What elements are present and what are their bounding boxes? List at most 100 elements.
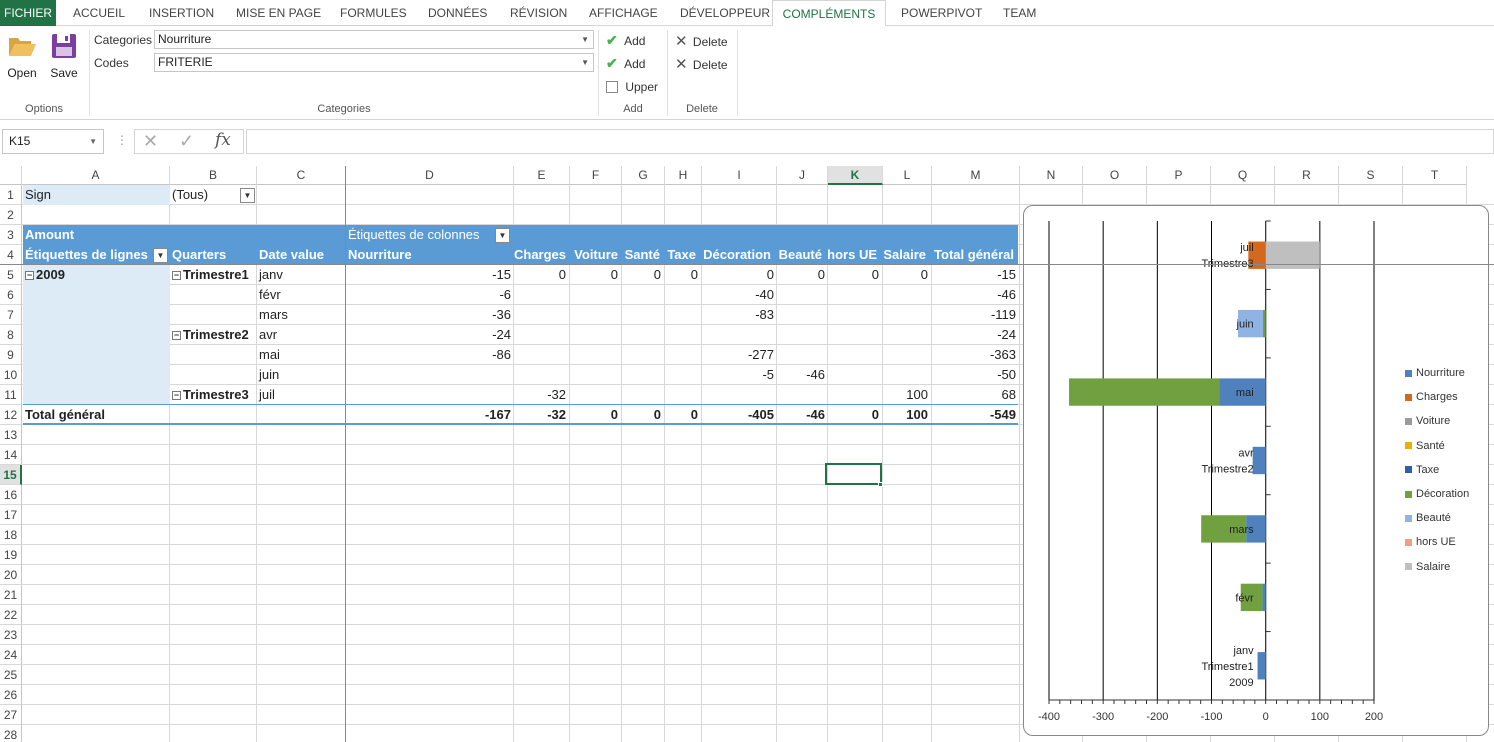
pivot-value-cell[interactable]: -277 (700, 345, 774, 365)
column-header-j[interactable]: J (777, 166, 828, 185)
row-header-6[interactable]: 6 (0, 285, 22, 305)
pivot-value-cell[interactable] (700, 385, 774, 405)
column-header-s[interactable]: S (1339, 166, 1403, 185)
row-header-2[interactable]: 2 (0, 205, 22, 225)
row-header-13[interactable]: 13 (0, 425, 22, 445)
pivot-value-cell[interactable] (775, 305, 825, 325)
column-header-e[interactable]: E (514, 166, 570, 185)
quarter-trimestre1[interactable]: − Trimestre1 (172, 265, 249, 285)
column-labels-dropdown[interactable]: ▼ (495, 228, 510, 243)
pivot-value-cell[interactable]: -24 (348, 325, 511, 345)
row-header-11[interactable]: 11 (0, 385, 22, 405)
pivot-value-cell[interactable] (620, 285, 661, 305)
pivot-value-cell[interactable] (881, 345, 928, 365)
pivot-value-cell[interactable] (348, 385, 511, 405)
pivot-value-cell[interactable] (348, 365, 511, 385)
legend-item[interactable]: Charges (1405, 390, 1458, 404)
pivot-value-cell[interactable]: -40 (700, 285, 774, 305)
select-all-corner[interactable] (0, 166, 22, 185)
pivot-total-cell[interactable]: 0 (663, 405, 698, 425)
pivot-value-cell[interactable] (826, 325, 879, 345)
tab-powerpivot[interactable]: POWERPIVOT (901, 0, 982, 26)
pivot-value-cell[interactable] (568, 325, 618, 345)
pivot-value-cell[interactable] (826, 345, 879, 365)
pivot-value-cell[interactable]: 0 (620, 265, 661, 285)
fill-handle[interactable] (878, 482, 883, 487)
delete-code-button[interactable]: ✕ Delete (675, 55, 728, 73)
legend-item[interactable]: Voiture (1405, 414, 1450, 428)
collapse-icon[interactable]: − (172, 271, 181, 281)
pivot-value-cell[interactable] (663, 345, 698, 365)
pivot-value-cell[interactable]: -24 (930, 325, 1016, 345)
column-header-b[interactable]: B (170, 166, 257, 185)
pivot-value-cell[interactable] (663, 325, 698, 345)
legend-item[interactable]: Salaire (1405, 560, 1450, 574)
quarter-trimestre3[interactable]: − Trimestre3 (172, 385, 249, 405)
pivot-value-cell[interactable]: -15 (930, 265, 1016, 285)
tab-fichier[interactable]: FICHIER (0, 0, 56, 26)
row-header-17[interactable]: 17 (0, 505, 22, 525)
pivot-value-cell[interactable]: -5 (700, 365, 774, 385)
row-header-3[interactable]: 3 (0, 225, 22, 245)
pivot-total-cell[interactable]: -549 (930, 405, 1016, 425)
pivot-value-cell[interactable] (620, 305, 661, 325)
pivot-total-cell[interactable]: -405 (700, 405, 774, 425)
pivot-value-cell[interactable] (568, 345, 618, 365)
tab-donnees[interactable]: DONNÉES (428, 0, 487, 26)
legend-item[interactable]: Décoration (1405, 487, 1469, 501)
pivot-total-cell[interactable]: -46 (775, 405, 825, 425)
pivot-value-cell[interactable]: -6 (348, 285, 511, 305)
pivot-value-cell[interactable] (514, 305, 566, 325)
pivot-value-cell[interactable] (826, 385, 879, 405)
column-header-h[interactable]: H (665, 166, 702, 185)
pivot-value-cell[interactable] (568, 285, 618, 305)
row-header-7[interactable]: 7 (0, 305, 22, 325)
legend-item[interactable]: Nourriture (1405, 366, 1465, 380)
tab-formules[interactable]: FORMULES (340, 0, 407, 26)
tab-insertion[interactable]: INSERTION (149, 0, 214, 26)
cancel-icon[interactable]: ✕ (143, 131, 158, 152)
delete-category-button[interactable]: ✕ Delete (675, 32, 728, 50)
pivot-value-cell[interactable] (620, 365, 661, 385)
row-header-24[interactable]: 24 (0, 645, 22, 665)
selected-cell-k15[interactable] (825, 463, 882, 485)
column-header-o[interactable]: O (1083, 166, 1147, 185)
pivot-total-cell[interactable]: 0 (620, 405, 661, 425)
row-header-4[interactable]: 4 (0, 245, 22, 265)
save-button[interactable]: Save (46, 32, 82, 80)
pivot-value-cell[interactable] (775, 285, 825, 305)
pivot-value-cell[interactable]: 0 (700, 265, 774, 285)
pivot-value-cell[interactable]: 100 (881, 385, 928, 405)
collapse-icon[interactable]: − (25, 271, 34, 281)
column-header-d[interactable]: D (346, 166, 514, 185)
pivot-value-cell[interactable] (881, 365, 928, 385)
pivot-value-cell[interactable]: -119 (930, 305, 1016, 325)
pivot-value-cell[interactable]: -363 (930, 345, 1016, 365)
categories-combo[interactable]: Nourriture ▼ (154, 30, 594, 49)
column-header-g[interactable]: G (622, 166, 665, 185)
filter-dropdown[interactable]: ▼ (240, 188, 255, 203)
column-header-p[interactable]: P (1147, 166, 1211, 185)
pivot-value-cell[interactable]: 68 (930, 385, 1016, 405)
tab-revision[interactable]: RÉVISION (510, 0, 567, 26)
column-header-a[interactable]: A (22, 166, 170, 185)
stacked-bar-chart[interactable]: -400 -300 -200 -100 0 100 200 janv Trimestre1 200… (1023, 205, 1489, 736)
pivot-value-cell[interactable] (568, 385, 618, 405)
pivot-total-cell[interactable]: -167 (348, 405, 511, 425)
pivot-value-cell[interactable] (881, 305, 928, 325)
row-header-22[interactable]: 22 (0, 605, 22, 625)
row-labels-dropdown[interactable]: ▼ (153, 248, 168, 263)
add-category-button[interactable]: ✔ Add (606, 32, 645, 49)
row-header-16[interactable]: 16 (0, 485, 22, 505)
year-2009[interactable]: −2009 (25, 265, 65, 285)
column-header-f[interactable]: F (570, 166, 622, 185)
legend-item[interactable]: Beauté (1405, 511, 1451, 525)
pivot-value-cell[interactable] (514, 365, 566, 385)
pivot-value-cell[interactable] (775, 325, 825, 345)
column-header-n[interactable]: N (1020, 166, 1083, 185)
pivot-value-cell[interactable]: -36 (348, 305, 511, 325)
row-header-18[interactable]: 18 (0, 525, 22, 545)
pivot-total-cell[interactable]: -32 (514, 405, 566, 425)
row-header-20[interactable]: 20 (0, 565, 22, 585)
pivot-value-cell[interactable] (775, 345, 825, 365)
